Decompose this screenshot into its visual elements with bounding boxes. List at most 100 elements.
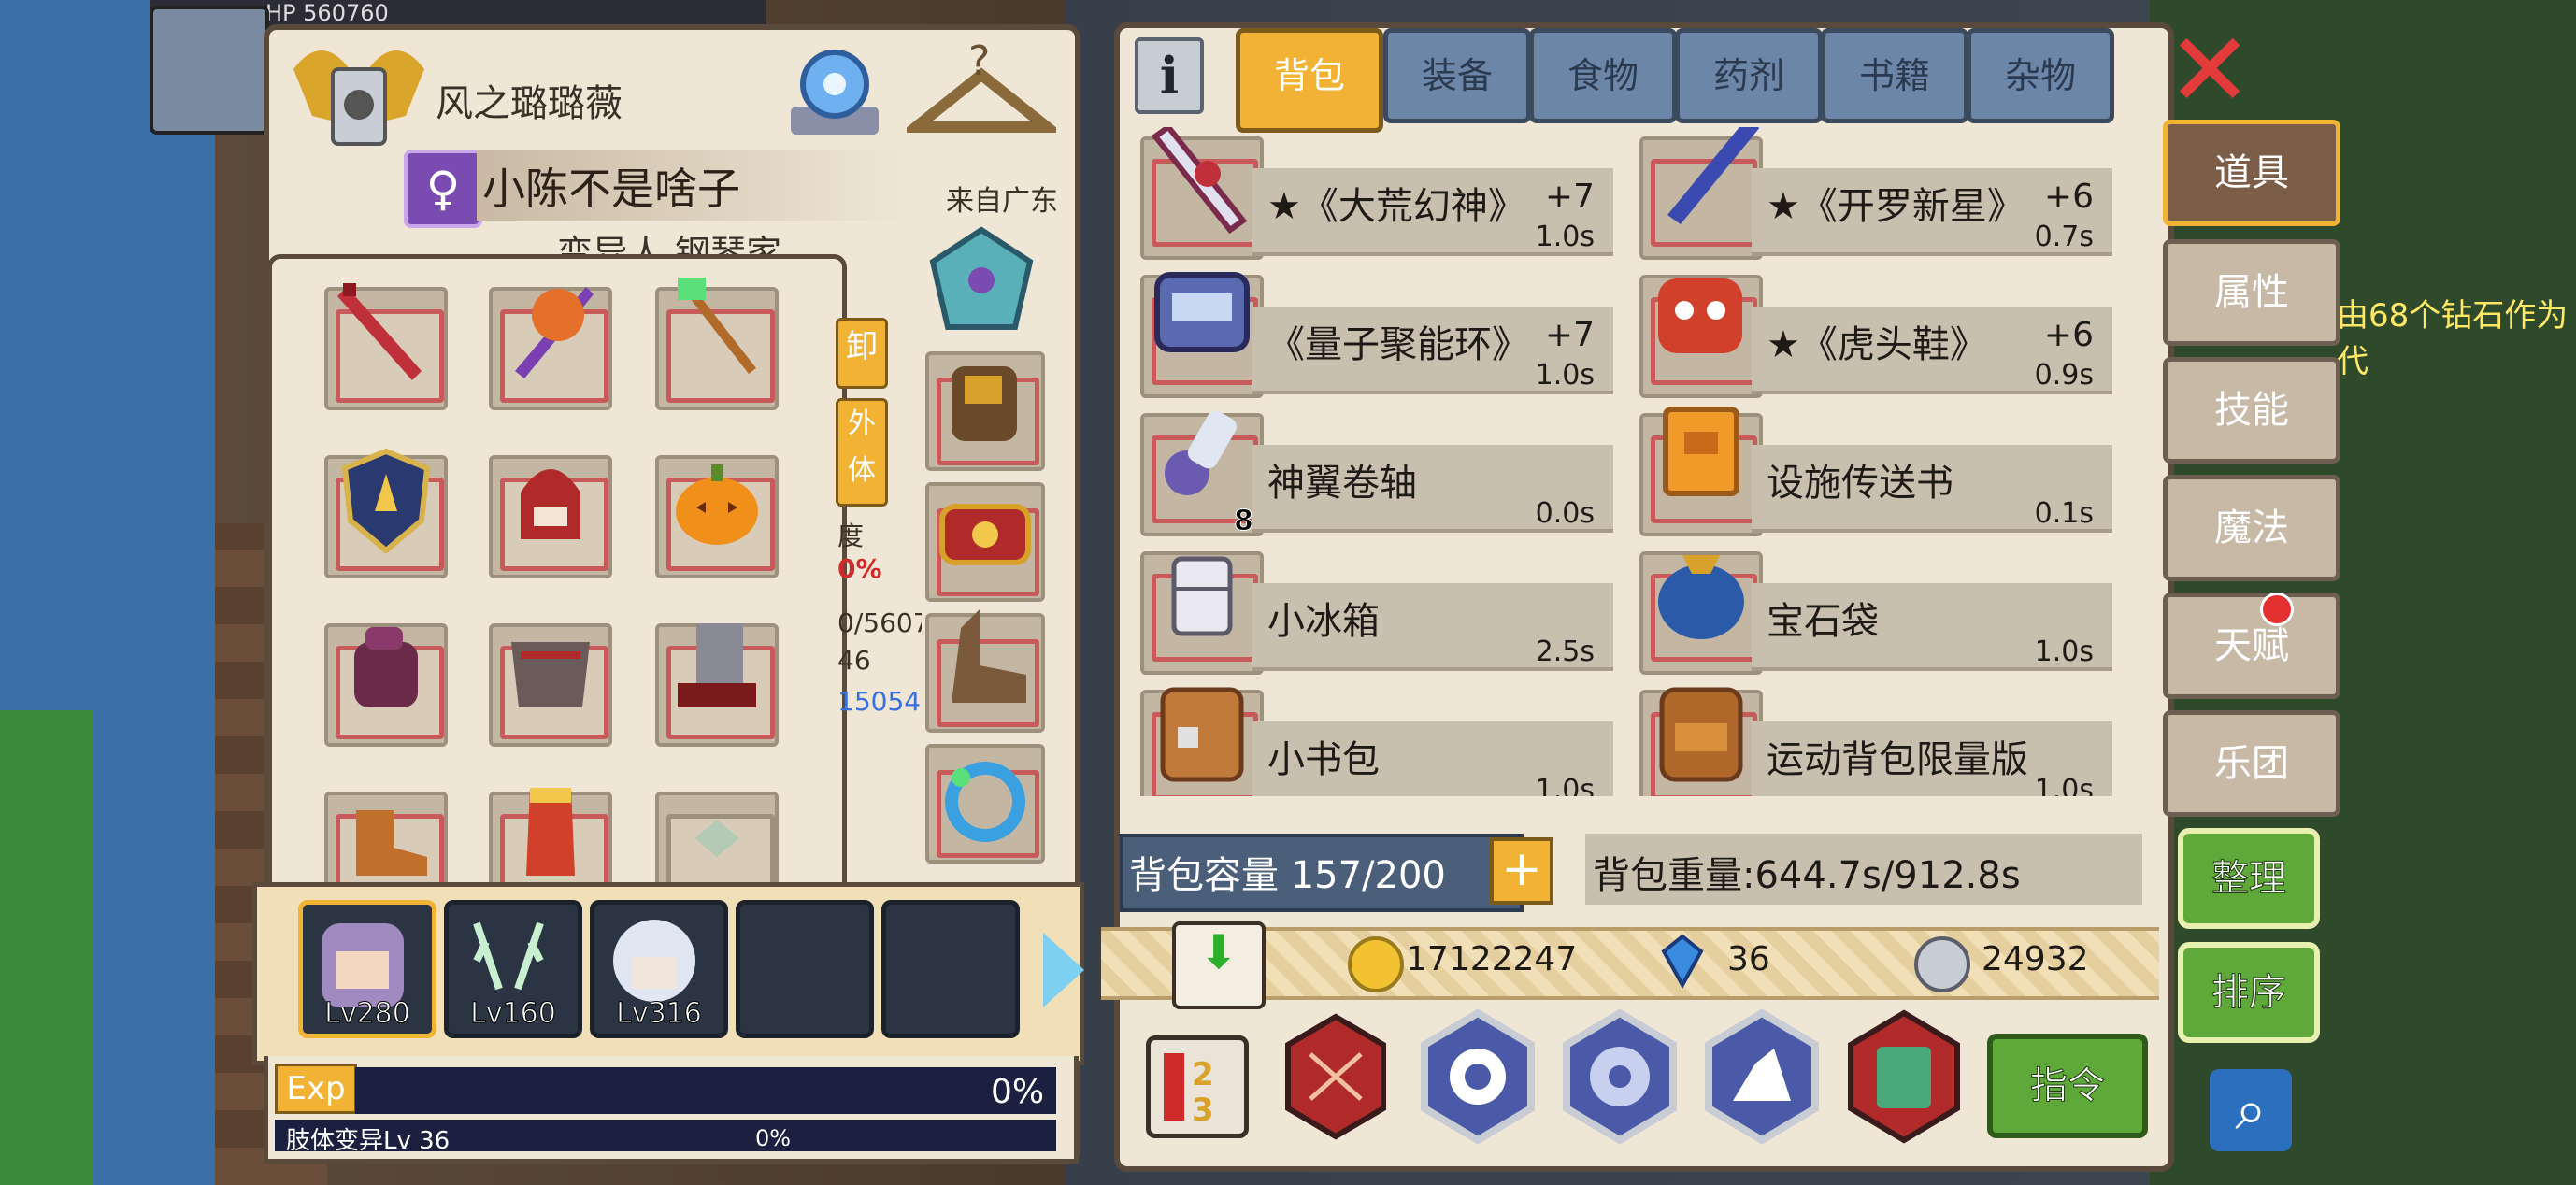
side-stat-blue: 15054 [837, 686, 922, 717]
party-member-2-level: Lv160 [470, 997, 557, 1031]
equip-slot-armor[interactable] [489, 623, 612, 747]
numbered-list-icon[interactable]: 23 [1146, 1035, 1249, 1138]
wizard-hat-icon [1705, 1008, 1819, 1145]
item-name: 神翼卷轴 [1267, 462, 1417, 505]
crystal-crest-icon[interactable] [925, 224, 1038, 346]
list-item[interactable]: 神翼卷轴 8 0.0s [1129, 404, 1615, 538]
close-icon[interactable]: ✕ [2167, 19, 2253, 121]
item-count: 8 [1234, 505, 1254, 538]
gold-amount: 17122247 [1406, 940, 1578, 978]
svg-text:3: 3 [1192, 1092, 1214, 1129]
list-item[interactable]: ★《开罗新星》 +6 0.7s [1628, 127, 2114, 260]
party-member-3[interactable]: Lv316 [590, 900, 728, 1038]
equip-slot-bow[interactable] [655, 278, 779, 410]
list-item[interactable]: 设施传送书 0.1s [1628, 404, 2114, 536]
tab-potion[interactable]: 药剂 [1675, 28, 1823, 123]
equip-slot-boots[interactable] [324, 792, 448, 891]
party-member-5-empty[interactable] [881, 900, 1020, 1038]
gem-bag-icon [1658, 555, 1744, 639]
item-name: 小冰箱 [1267, 600, 1380, 643]
unequip-button[interactable]: 卸 [836, 318, 888, 389]
notification-dot [2260, 592, 2294, 626]
tab-books[interactable]: 书籍 [1821, 28, 1968, 123]
book-skill-button[interactable] [1841, 1007, 1967, 1146]
boots-icon [356, 810, 427, 876]
side-tab-items[interactable]: 道具 [2163, 120, 2340, 226]
party-member-1[interactable]: Lv280 [298, 900, 436, 1038]
accessory-slot-4[interactable] [925, 744, 1045, 864]
item-name: 运动背包限量版 [1767, 738, 2028, 781]
accessory-slot-1[interactable] [925, 351, 1045, 471]
side-tab-skills[interactable]: 技能 [2163, 357, 2340, 464]
hanger-icon[interactable]: ? [907, 37, 1056, 140]
equip-slot-helmet[interactable] [489, 455, 612, 578]
search-icon[interactable]: ⌕ [2210, 1069, 2292, 1151]
equip-slot-offhand[interactable] [489, 287, 612, 410]
svg-text:2: 2 [1192, 1056, 1214, 1093]
item-time: 0.1s [2034, 497, 2094, 530]
list-item[interactable]: ★《虎头鞋》 +6 0.9s [1628, 265, 2114, 398]
gear-skill-button[interactable] [1557, 1007, 1682, 1146]
side-stat-hp: 0/5607 [837, 607, 922, 638]
weight-label: 背包重量:644.7s/912.8s [1593, 854, 2021, 897]
tab-food[interactable]: 食物 [1529, 28, 1677, 123]
gold-coin-icon [1348, 936, 1404, 992]
rune-cube-button[interactable] [1273, 1007, 1398, 1146]
tab-equipment[interactable]: 装备 [1383, 28, 1531, 123]
player-portrait[interactable] [150, 6, 269, 135]
sort-button[interactable]: 排序 [2178, 942, 2320, 1043]
equip-slot-gloves[interactable] [324, 623, 448, 747]
item-slot [1140, 127, 1264, 260]
side-tab-magic[interactable]: 魔法 [2163, 475, 2340, 581]
item-time: 0.7s [2034, 221, 2094, 253]
accessory-column [916, 224, 1047, 869]
rabbit-boot-icon [952, 609, 1026, 703]
item-time: 0.9s [2034, 359, 2094, 392]
list-item[interactable]: ★《大荒幻神》 +7 1.0s [1129, 127, 1615, 260]
item-enhance: +6 [2043, 178, 2094, 216]
list-item[interactable]: 宝石袋 1.0s [1628, 542, 2114, 675]
party-member-2[interactable]: Lv160 [444, 900, 582, 1038]
side-tab-talent[interactable]: 天赋 [2163, 592, 2340, 699]
equipment-grid [267, 254, 847, 895]
party-next-arrow-icon[interactable] [1043, 933, 1084, 1007]
list-item[interactable]: 小书包 1.0s [1129, 680, 1615, 796]
wizard-skill-button[interactable] [1699, 1007, 1825, 1146]
list-item[interactable]: 运动背包限量版 1.0s [1628, 680, 2114, 796]
list-item[interactable]: 《量子聚能环》 +7 1.0s [1129, 265, 1615, 398]
expand-capacity-button[interactable]: + [1490, 837, 1553, 905]
organize-button[interactable]: 整理 [2178, 828, 2320, 929]
accessory-slot-3[interactable] [925, 609, 1045, 733]
mini-fridge-icon [1171, 556, 1233, 636]
circle-skill-button[interactable] [1415, 1007, 1540, 1146]
item-time: 0.0s [1535, 497, 1595, 530]
item-name: ★《虎头鞋》 [1767, 323, 1987, 366]
gauntlet-icon [354, 627, 418, 707]
orb-pedestal-icon[interactable] [781, 41, 888, 138]
tab-backpack[interactable]: 背包 [1236, 28, 1383, 133]
equip-slot-empty[interactable] [655, 792, 779, 891]
equip-slot-greaves[interactable] [655, 623, 779, 747]
side-stat-value: 46 [837, 645, 871, 676]
side-tab-band[interactable]: 乐团 [2163, 710, 2340, 817]
tab-misc[interactable]: 杂物 [1967, 28, 2114, 123]
item-name: ★《开罗新星》 [1767, 185, 2025, 228]
party-member-4-empty[interactable] [736, 900, 874, 1038]
player-origin: 来自广东 [946, 185, 1058, 218]
female-gender-icon: ♀ [404, 150, 482, 228]
equip-slot-pumpkin[interactable] [655, 455, 779, 578]
green-book-icon [1848, 1009, 1960, 1144]
accessory-slot-2[interactable] [925, 482, 1045, 602]
side-tab-attributes[interactable]: 属性 [2163, 239, 2340, 346]
item-time: 1.0s [2034, 774, 2094, 796]
outer-body-button[interactable]: 外体 [836, 398, 888, 507]
storage-download-icon[interactable]: ⬇ [1172, 921, 1266, 1009]
map-scroll-text: 由68个钻石作为代 [2337, 297, 2569, 380]
list-item[interactable]: 小冰箱 2.5s [1129, 542, 1615, 675]
equip-slot-badge[interactable] [324, 448, 448, 578]
command-button[interactable]: 指令 [1987, 1034, 2148, 1138]
ring-target-icon [1421, 1008, 1535, 1145]
info-icon[interactable]: i [1135, 37, 1204, 114]
equip-slot-weapon[interactable] [324, 283, 448, 410]
equip-slot-legs[interactable] [489, 788, 612, 891]
